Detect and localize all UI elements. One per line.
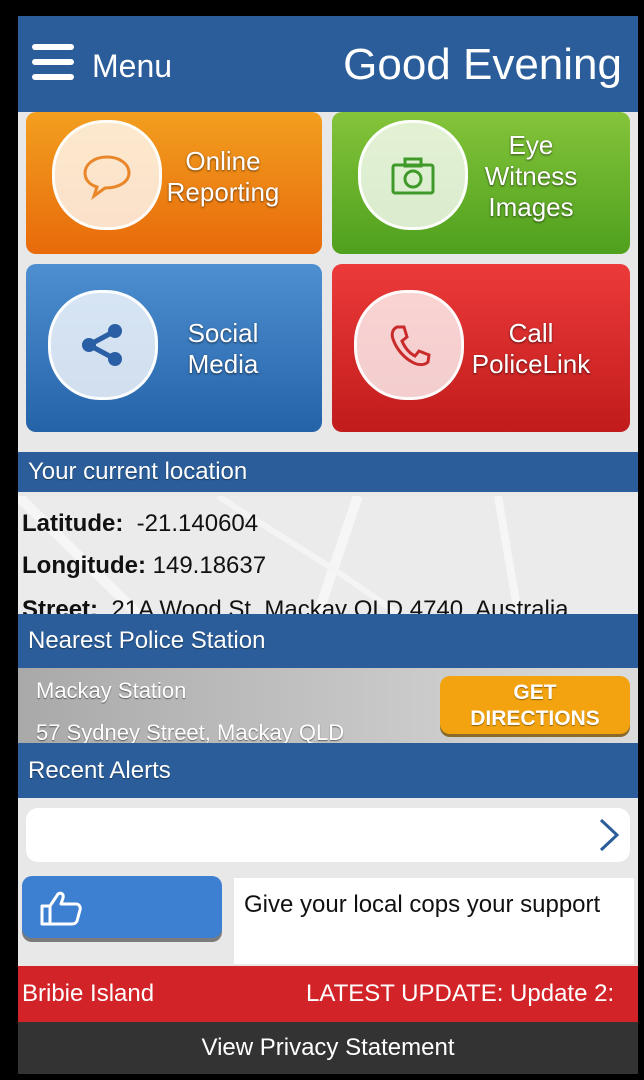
latitude-value: -21.140604	[136, 510, 259, 537]
latitude-row: Latitude: -21.140604	[22, 510, 259, 537]
call-policelink-label: Call PoliceLink	[471, 318, 591, 379]
news-ticker[interactable]: Bribie Island LATEST UPDATE: Update 2:	[18, 966, 638, 1022]
location-section-title: Your current location	[18, 452, 638, 492]
online-reporting-label: Online Reporting	[166, 146, 280, 207]
privacy-statement-link[interactable]: View Privacy Statement	[18, 1022, 638, 1074]
street-value: 21A Wood St, Mackay QLD 4740, Australia	[111, 596, 569, 614]
menu-button[interactable]: Menu	[92, 48, 172, 85]
online-reporting-tile[interactable]: Online Reporting	[26, 112, 322, 254]
alert-item[interactable]	[26, 808, 630, 862]
alerts-section-title: Recent Alerts	[18, 743, 638, 798]
thumbs-up-icon	[40, 891, 82, 926]
like-button[interactable]	[22, 876, 222, 938]
longitude-value: 149.18637	[152, 552, 267, 579]
social-media-tile[interactable]: Social Media	[26, 264, 322, 432]
call-policelink-tile[interactable]: Call PoliceLink	[332, 264, 630, 432]
get-directions-button[interactable]: GET DIRECTIONS	[440, 676, 630, 734]
ticker-left-text: Bribie Island	[22, 980, 155, 1007]
station-address: 57 Sydney Street, Mackay QLD	[36, 720, 345, 743]
alerts-area: Give your local cops your support	[18, 798, 638, 966]
location-panel: Latitude: -21.140604 Longitude: 149.1863…	[18, 496, 638, 614]
eye-witness-images-tile[interactable]: Eye Witness Images	[332, 112, 630, 254]
chevron-right-icon[interactable]	[598, 818, 620, 852]
eye-witness-images-label: Eye Witness Images	[484, 130, 578, 222]
greeting-title: Good Evening	[343, 40, 622, 89]
street-row: Street: 21A Wood St, Mackay QLD 4740, Au…	[22, 596, 569, 614]
station-section-title: Nearest Police Station	[18, 614, 638, 668]
social-media-label: Social Media	[187, 318, 259, 379]
support-message: Give your local cops your support	[234, 878, 634, 964]
app-screen: Menu Good Evening Online Reporting Eye W…	[18, 16, 638, 1074]
hamburger-menu-icon[interactable]	[32, 44, 74, 82]
station-name: Mackay Station	[36, 678, 187, 703]
longitude-row: Longitude: 149.18637	[22, 552, 267, 579]
app-header: Menu Good Evening	[18, 16, 638, 112]
ticker-right-text: LATEST UPDATE: Update 2:	[306, 980, 615, 1007]
nearest-station-panel: Mackay Station 57 Sydney Street, Mackay …	[18, 668, 638, 743]
